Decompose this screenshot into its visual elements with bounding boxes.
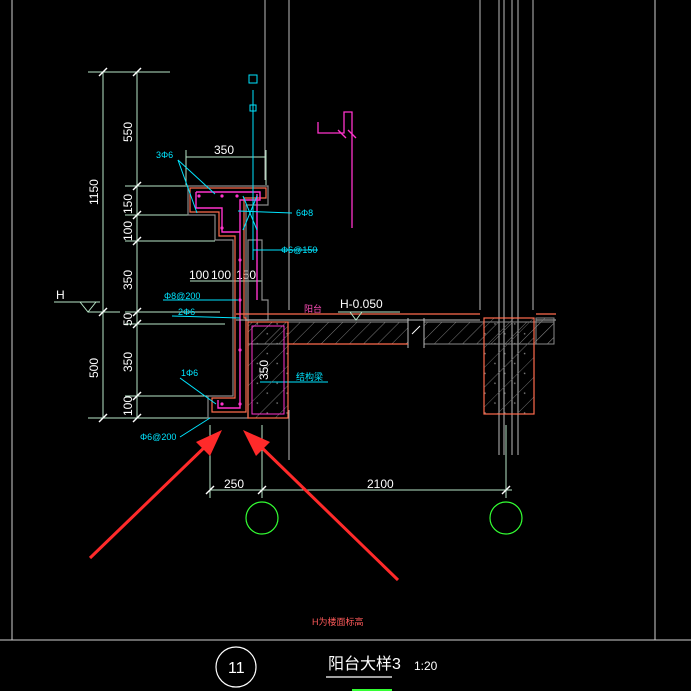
level-marker-label: H: [56, 288, 65, 302]
label-rebar-top: 3Φ6: [156, 150, 173, 160]
label-level-value: H-0.050: [340, 297, 383, 311]
dim-left-seg-2: 100: [121, 221, 135, 241]
level-value-marker: [338, 311, 400, 321]
dim-bottom-left: 250: [224, 477, 244, 491]
dim-mid-1: 100: [211, 268, 231, 282]
dim-left-seg-0: 550: [121, 122, 135, 142]
dim-left-seg-1: 150: [121, 194, 135, 214]
dim-lower-total: 500: [87, 358, 101, 378]
label-1phi6: 1Φ6: [181, 368, 198, 378]
dim-left-seg-3: 350: [121, 270, 135, 290]
label-stirrup-200-lower: Φ6@200: [140, 432, 176, 442]
dim-mid-0: 100: [189, 268, 209, 282]
axis-circle-right: [489, 501, 523, 535]
dim-top-width: 350: [214, 143, 234, 157]
label-slab-350: 350: [257, 360, 271, 380]
label-stirrup-150: Φ6@150: [281, 245, 317, 255]
level-marker: H: [54, 288, 100, 313]
detail-title: 阳台大样3: [328, 655, 401, 673]
title-block: 11 阳台大样3 1:20: [215, 646, 438, 691]
label-2phi6: 2Φ6: [178, 307, 195, 317]
left-dimension-chain: [88, 71, 225, 419]
right-beam: [483, 317, 555, 415]
annotation-arrows: [88, 430, 400, 582]
anchor-lines: [242, 74, 258, 260]
dim-left-seg-5: 350: [121, 352, 135, 372]
label-6phi8: 6Φ8: [296, 208, 313, 218]
mid-dimension: 100 100 150: [189, 268, 262, 282]
dim-left-seg-6: 100: [121, 396, 135, 416]
dim-left-seg-4: 50: [121, 312, 135, 326]
detail-number: 11: [228, 660, 245, 677]
cad-drawing: 1150 500 550 150 100 350 50 350 100 H 35…: [0, 0, 691, 691]
magenta-bracket: [317, 111, 357, 228]
footnote: H为楼面标高: [312, 616, 364, 627]
dim-vertical-total: 1150: [87, 179, 101, 205]
label-balcony: 阳台: [304, 303, 322, 314]
axis-circle-left: [245, 501, 279, 535]
dim-bottom-right: 2100: [367, 477, 394, 491]
detail-scale: 1:20: [414, 659, 438, 673]
label-beam: 结构梁: [296, 371, 323, 382]
label-stirrup-200-upper: Φ8@200: [164, 291, 200, 301]
